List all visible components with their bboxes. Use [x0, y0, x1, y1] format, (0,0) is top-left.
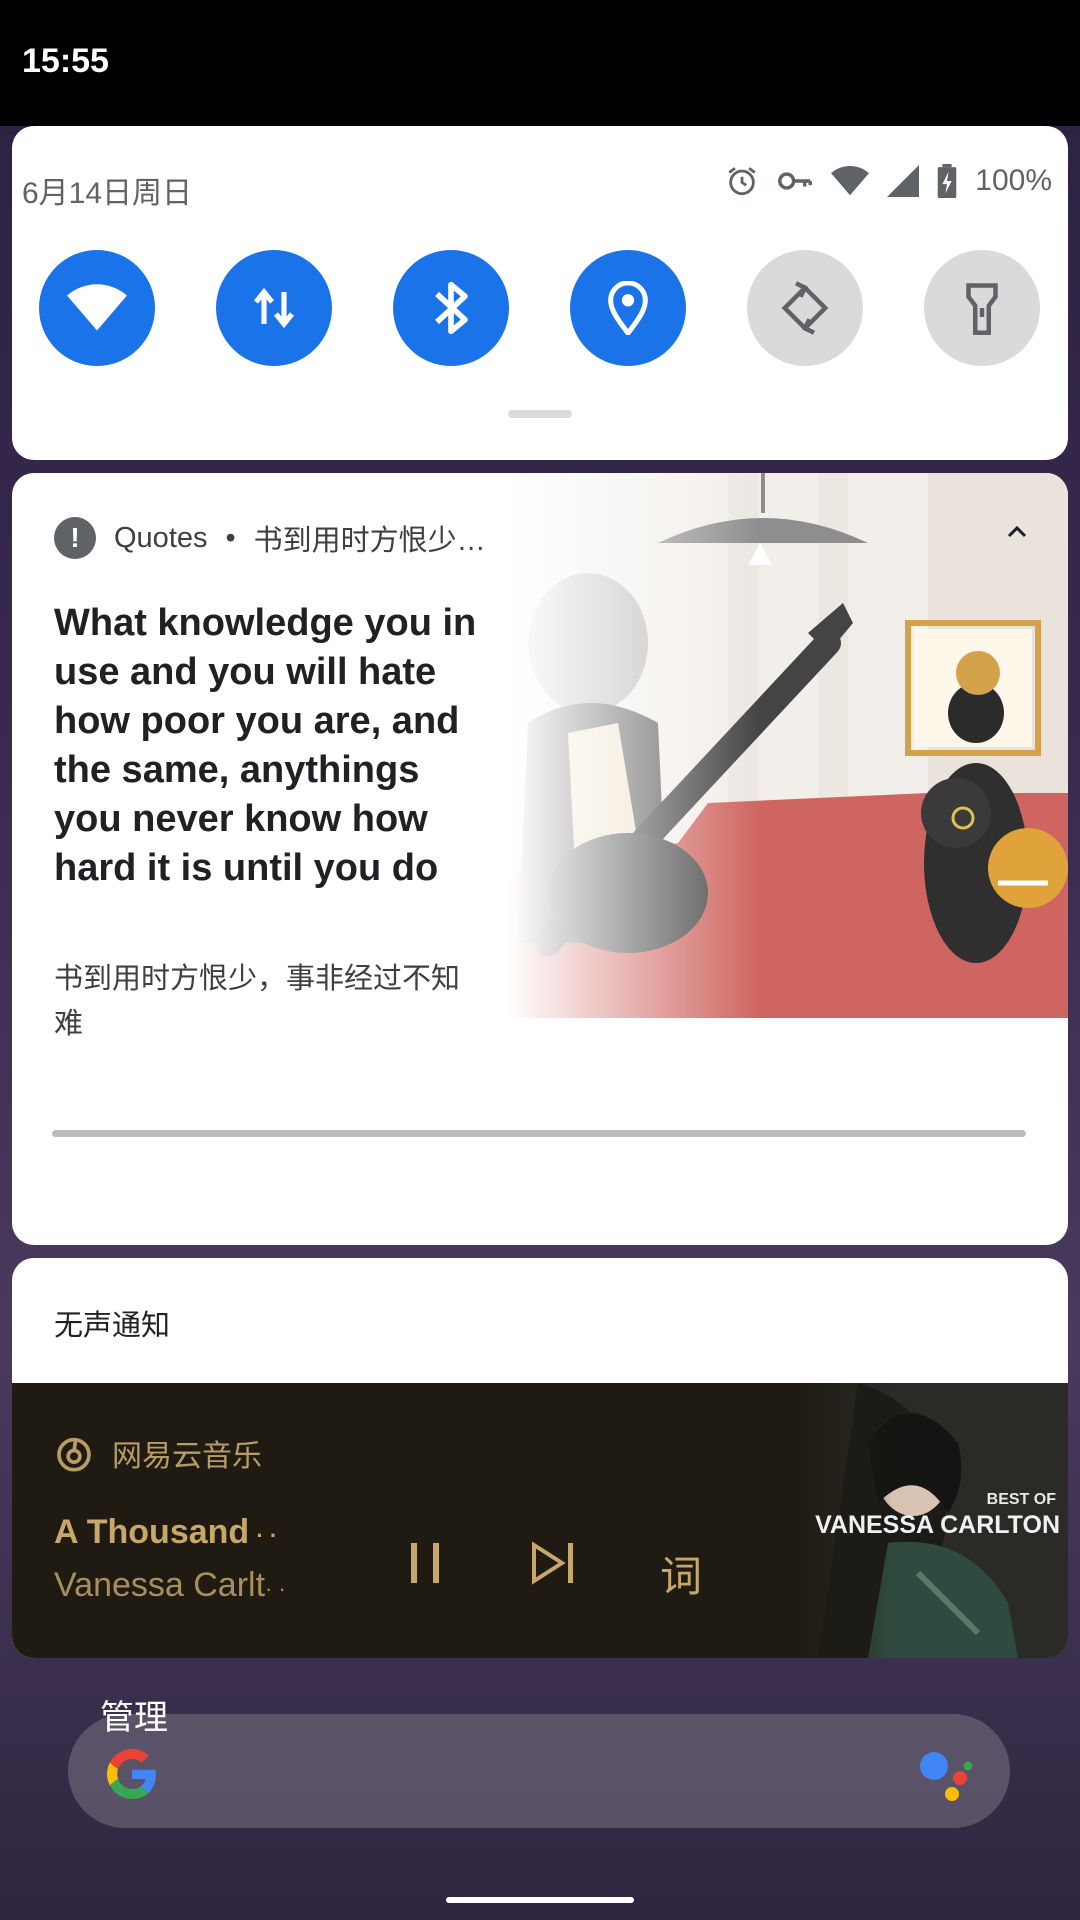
collapse-button[interactable] — [1006, 523, 1028, 544]
date-label[interactable]: 6月14日周日 — [22, 168, 192, 212]
manage-button[interactable]: 管理 — [100, 1690, 168, 1739]
wifi-signal-icon — [831, 165, 870, 197]
assistant-icon[interactable] — [914, 1746, 974, 1802]
status-icons: 100% — [725, 164, 1052, 198]
app-name: Quotes — [114, 521, 208, 554]
album-text-artist: VANESSA CARLTON — [815, 1511, 1060, 1539]
notification-header: ! Quotes • 书到用时方恨少… — [54, 517, 486, 559]
progress-bar — [52, 1130, 1026, 1137]
battery-percent: 100% — [975, 164, 1052, 197]
pause-icon — [411, 1543, 439, 1583]
silent-notifications: 无声通知 网易云音乐 A Thousand · · Vanessa Carlt·… — [12, 1258, 1068, 1658]
next-button[interactable] — [530, 1541, 578, 1590]
skip-next-icon — [532, 1541, 573, 1585]
lyrics-button[interactable]: 词 — [660, 1543, 702, 1604]
quick-settings-panel: 6月14日周日 100% — [12, 126, 1068, 460]
flashlight-icon — [966, 283, 998, 335]
title-ellipsis: · · — [256, 1523, 278, 1548]
tile-flashlight[interactable] — [924, 250, 1040, 366]
notification-text: 书到用时方恨少，事非经过不知难 — [54, 963, 461, 1040]
tile-mobile-data[interactable] — [216, 250, 332, 366]
vpn-key-icon — [777, 164, 813, 198]
artist-ellipsis: · · — [265, 1576, 286, 1601]
wifi-icon — [67, 284, 127, 331]
tile-wifi[interactable] — [39, 250, 155, 366]
header-text: 书到用时方恨少… — [253, 525, 486, 557]
google-search-bar[interactable] — [68, 1714, 1010, 1828]
notification-image — [508, 473, 1068, 1018]
silent-section-label: 无声通知 — [54, 1310, 171, 1342]
netease-music-icon — [57, 1437, 91, 1472]
artist-name: Vanessa Carlt· · — [54, 1566, 286, 1604]
album-text-best-of: BEST OF — [986, 1491, 1056, 1508]
cell-signal-icon — [887, 165, 920, 197]
notification-title: What knowledge you in use and you will h… — [54, 602, 477, 889]
drag-handle[interactable] — [508, 410, 572, 418]
media-app-name: 网易云音乐 — [112, 1440, 262, 1473]
tile-location[interactable] — [570, 250, 686, 366]
google-logo-icon — [107, 1749, 156, 1799]
status-bar: 15:55 — [0, 0, 1080, 126]
tile-auto-rotate[interactable] — [747, 250, 863, 366]
rotate-icon — [781, 281, 829, 335]
pause-button[interactable] — [407, 1541, 443, 1590]
media-app-header: 网易云音乐 — [54, 1431, 262, 1475]
media-player-notification[interactable]: 网易云音乐 A Thousand · · Vanessa Carlt· · 词 — [12, 1383, 1068, 1658]
separator: • — [225, 521, 236, 554]
quotes-notification[interactable]: ! Quotes • 书到用时方恨少… What knowledge you i… — [12, 473, 1068, 1245]
clock: 15:55 — [22, 42, 109, 80]
song-title: A Thousand · · — [54, 1513, 278, 1551]
battery-charging-icon — [937, 164, 957, 198]
album-art: BEST OF VANESSA CARLTON — [798, 1383, 1068, 1658]
chevron-up-icon — [1007, 525, 1027, 538]
gesture-nav-bar[interactable] — [446, 1897, 634, 1903]
alarm-icon — [725, 164, 759, 198]
bluetooth-icon — [435, 281, 468, 335]
data-arrows-icon — [253, 287, 295, 329]
alert-icon: ! — [54, 517, 96, 559]
location-pin-icon — [608, 281, 648, 335]
tile-bluetooth[interactable] — [393, 250, 509, 366]
